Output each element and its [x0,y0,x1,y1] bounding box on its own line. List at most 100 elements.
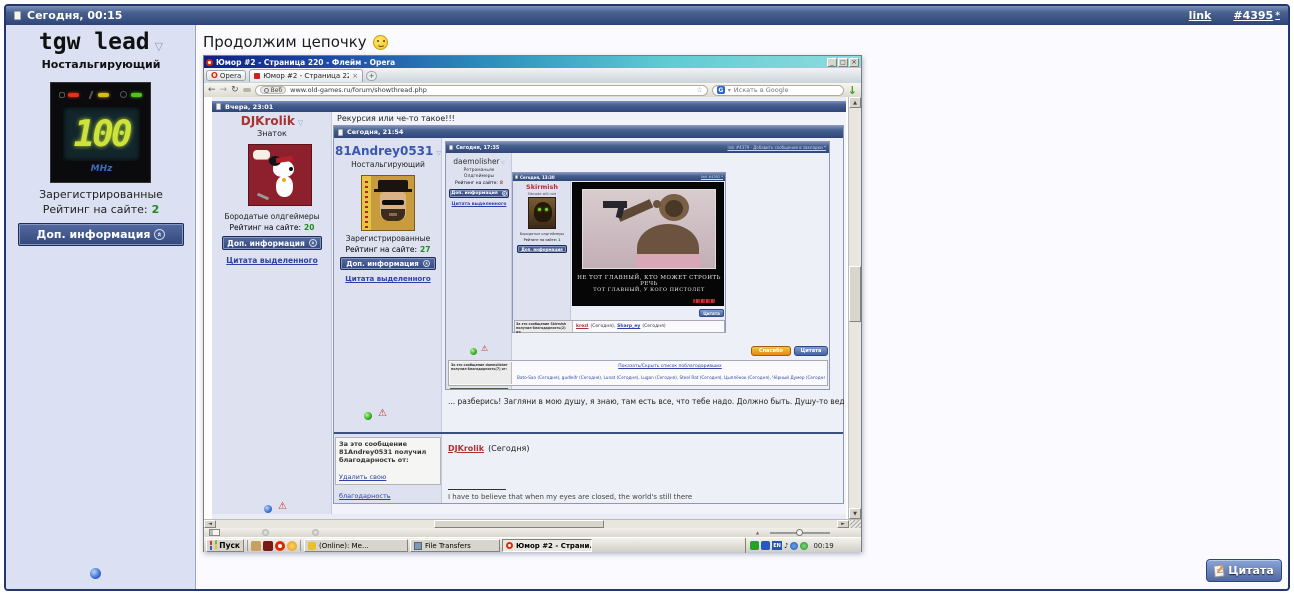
quicklaunch-icon-4[interactable] [287,541,297,551]
post1-subject: Рекурсия или че-то такое!!! [337,114,455,123]
outer-quote-button[interactable]: Цитата [1206,559,1282,582]
bookmark-star-icon[interactable]: ☆ [697,86,703,94]
back-button[interactable]: ← [208,85,216,95]
new-tab-button[interactable]: + [366,70,378,81]
post4-quote-button[interactable]: Цитата [699,309,724,317]
close-button[interactable]: × [849,57,859,67]
zoom-minus-icon[interactable]: ▲ [756,530,759,535]
tray-icon-2 [761,541,770,550]
scroll-up-button[interactable]: ▲ [849,97,861,108]
search-input[interactable] [733,86,839,94]
post4-header-links[interactable]: link #4392 * [701,175,723,179]
opera-logo-icon [206,58,213,66]
post2-quote-selected[interactable]: Цитата выделенного [334,275,442,283]
post4-avatar [528,197,556,229]
post2-info-button[interactable]: Доп. информация « [340,257,436,270]
post2-signature: I have to believe that when my eyes are … [448,493,693,501]
opera-menu-button[interactable]: O Opera [206,70,247,81]
post3-report-icon[interactable]: ⚠ [481,345,488,353]
post1-quote-selected[interactable]: Цитата выделенного [212,256,332,265]
post2-rating-label: Рейтинг на сайте: [345,245,418,254]
post1-sidebar: DJKrolik ▽ Знаток Бородатые олдгеймеры Р… [212,112,332,514]
post3-info-button[interactable]: Доп. информация « [449,189,509,198]
post4-author[interactable]: Skirmish [513,183,571,191]
post1-rank: Знаток [257,129,287,138]
horizontal-scrollbar[interactable]: ◄ ► [204,519,861,528]
post-link[interactable]: link [1189,9,1212,22]
url-input[interactable] [290,86,693,94]
post4-thanks-user1[interactable]: krezl [576,324,588,329]
post3-dropdown-icon[interactable]: ▽ [502,160,505,165]
post3-thanks-label: За это сообщение daemolisher получил бла… [450,362,512,384]
scroll-down-button[interactable]: ▼ [849,508,861,519]
scroll-left-button[interactable]: ◄ [204,520,216,528]
language-indicator[interactable]: EN [772,541,782,550]
restore-button[interactable]: □ [838,57,848,67]
vertical-scrollbar[interactable]: ▲ ▼ [848,97,861,519]
info-button[interactable]: Доп. информация « [18,223,184,246]
scroll-thumb[interactable] [849,266,861,322]
resize-grip[interactable] [850,520,861,528]
username-row: tgw lead ▽ [6,29,196,55]
opera-window-title: Юмор #2 - Страница 220 - Флейм - Opera [216,57,396,67]
task-opera-label: Юмор #2 - Страни... [516,541,592,550]
post2-thanked-by-user[interactable]: DJKrolik [448,444,484,453]
post2-thanks-remove[interactable]: Удалить свою благодарность [339,473,391,500]
post1-report-icon[interactable]: ⚠ [278,502,287,512]
turbo-status-icon[interactable] [312,529,319,536]
post2-date: Сегодня, 21:54 [347,128,404,136]
post3-author[interactable]: daemolisher [453,157,499,166]
reload-button[interactable]: ↻ [231,85,239,95]
search-caret-icon[interactable]: ▾ [728,87,731,94]
post4-box: Сегодня, 13:30 link #4392 * Skirmish Sib… [512,172,726,334]
collapse-icon: « [154,229,166,240]
zoom-knob[interactable] [796,529,803,536]
turbo-arrow-icon[interactable]: ↓ [848,84,857,97]
task-file-transfers[interactable]: File Transfers [410,539,500,552]
task-online[interactable]: (Online): Me... [304,539,408,552]
post-number-link[interactable]: #4395 [1233,9,1273,22]
post1-avatar [248,144,312,206]
post2-report-icon[interactable]: ⚠ [378,409,387,419]
rating-value: 2 [151,203,160,216]
rating-label: Рейтинг на сайте: [42,203,148,216]
post-asterisk-link[interactable]: * [1275,10,1280,21]
tab-close-icon[interactable]: × [352,72,358,80]
post1-info-button[interactable]: Доп. информация « [222,236,322,250]
post2-author[interactable]: 81Andrey0531 [335,144,433,158]
post3-header-links[interactable]: link #4379 · Добавить сообщение в заклад… [727,145,826,150]
minimize-button[interactable]: _ [827,57,837,67]
user-dropdown-icon[interactable]: ▽ [155,40,163,53]
hscroll-thumb[interactable] [434,520,604,528]
post1-rating-value: 20 [304,223,315,232]
quicklaunch-icon-2[interactable] [263,541,273,551]
task-opera-active[interactable]: Юмор #2 - Страни... [502,539,592,552]
post1-dropdown-icon[interactable]: ▽ [298,119,303,127]
opera-titlebar[interactable]: Юмор #2 - Страница 220 - Флейм - Opera _… [204,56,861,68]
post1-author[interactable]: DJKrolik [241,114,295,128]
forward-button[interactable]: → [220,85,228,95]
post3-thanks-button[interactable]: Спасибо [751,346,791,356]
quicklaunch-icon-1[interactable] [251,541,261,551]
post3-thanks-list[interactable]: Bato-San (Сегодня), gudleifr (Сегодня), … [517,375,825,380]
url-field[interactable]: Веб ☆ [254,84,708,96]
post3-quote-selected[interactable]: Цитата выделенного [446,202,512,207]
post3-quote-button[interactable]: Цитата [794,346,828,356]
user-group: Зарегистрированные [39,188,163,201]
quicklaunch-opera-icon[interactable] [275,541,285,551]
post4-info-button[interactable]: Доп. информация [517,245,567,253]
post2-dropdown-icon[interactable]: ▽ [436,150,441,157]
search-field[interactable]: G ▾ [711,84,844,96]
outer-quote-label: Цитата [1228,564,1274,577]
active-tab[interactable]: Юмор #2 - Страница 22... × [249,69,364,82]
message-text: Продолжим цепочку [203,33,367,51]
start-button[interactable]: Пуск [206,539,244,552]
volume-icon[interactable]: ♪ [784,542,788,550]
scroll-right-button[interactable]: ► [837,520,849,528]
post4-thanks-user2[interactable]: Sharp_ey [617,324,640,329]
post3-thanks-toggle[interactable]: Показать/Скрыть список поблагодаривших [515,364,825,369]
sync-icon[interactable] [262,529,269,536]
tray-icon-1 [750,541,759,550]
panels-button[interactable] [209,529,220,536]
username[interactable]: tgw lead [39,29,150,55]
